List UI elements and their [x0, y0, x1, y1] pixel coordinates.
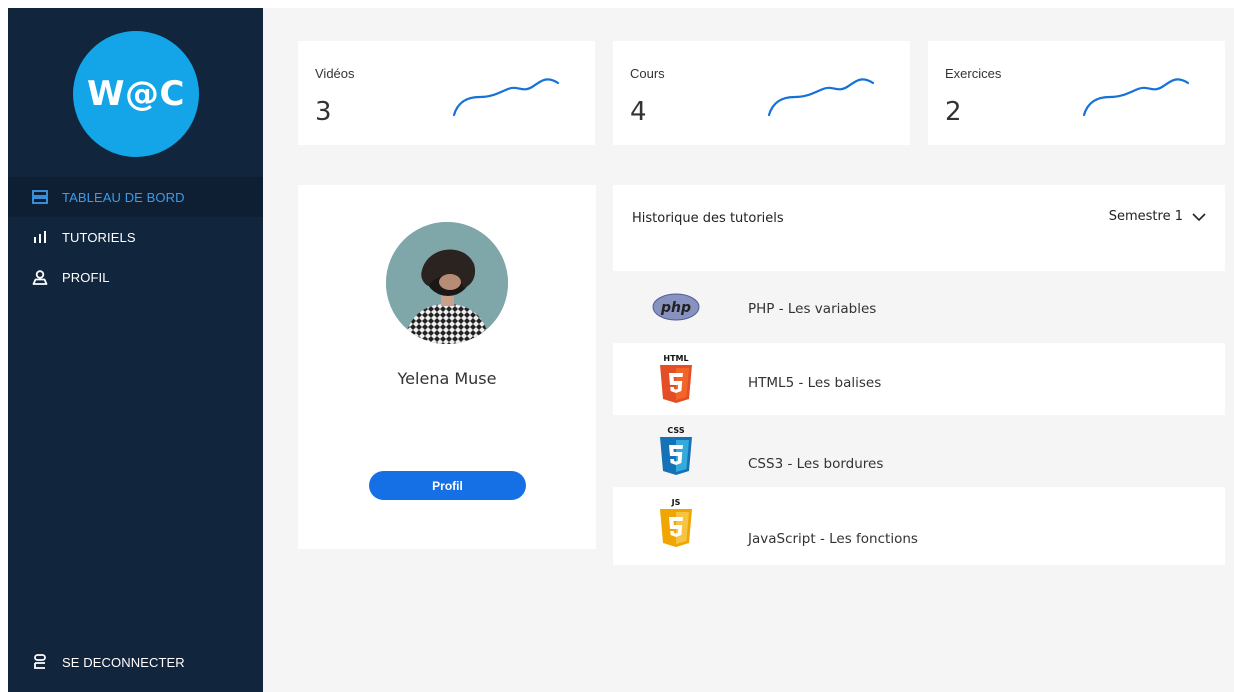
stat-card-videos: Vidéos 3	[298, 41, 595, 145]
profile-card: Yelena Muse Profil	[298, 185, 596, 549]
stat-value: 2	[945, 97, 962, 127]
stat-value: 4	[630, 97, 647, 127]
stat-value: 3	[315, 97, 332, 127]
bar-chart-icon	[30, 229, 50, 245]
list-item[interactable]: HTML HTML5 - Les balises	[613, 343, 1225, 415]
history-item-label: HTML5 - Les balises	[748, 375, 882, 391]
list-item[interactable]: JS JavaScript - Les fonctions	[613, 487, 1225, 565]
html5-logo-icon: HTML	[641, 351, 711, 407]
avatar	[386, 222, 508, 344]
history-header: Historique des tutoriels Semestre 1	[613, 185, 1225, 271]
list-item[interactable]: php PHP - Les variables	[613, 271, 1225, 343]
brand-logo[interactable]: W@C	[73, 31, 199, 157]
sidebar-item-profil[interactable]: PROFIL	[8, 257, 263, 297]
logout-icon	[30, 654, 50, 670]
history-title: Historique des tutoriels	[632, 211, 784, 226]
logout-label: SE DECONNECTER	[62, 654, 185, 670]
logout-area: SE DECONNECTER	[8, 642, 263, 682]
sidebar-item-label: TABLEAU DE BORD	[62, 189, 185, 205]
sidebar-item-label: TUTORIELS	[62, 229, 136, 245]
sidebar: W@C TABLEAU DE BORD TUTORIELS PROFIL SE …	[8, 8, 263, 692]
sparkline-icon	[767, 78, 875, 117]
javascript-logo-icon: JS	[641, 495, 711, 551]
stat-title: Exercices	[945, 66, 1002, 81]
period-select-value: Semestre 1	[1108, 209, 1183, 224]
sparkline-icon	[452, 78, 560, 117]
stat-title: Cours	[630, 66, 665, 81]
sidebar-item-label: PROFIL	[62, 269, 110, 285]
sidebar-item-tutoriels[interactable]: TUTORIELS	[8, 217, 263, 257]
user-icon	[30, 269, 50, 285]
history-list: php PHP - Les variables HTML HTML5 - Les…	[613, 271, 1225, 565]
history-item-label: PHP - Les variables	[748, 301, 877, 317]
list-item[interactable]: CSS CSS3 - Les bordures	[613, 415, 1225, 487]
php-logo-icon: php	[641, 279, 711, 335]
history-item-label: CSS3 - Les bordures	[748, 456, 884, 472]
sparkline-icon	[1082, 78, 1190, 117]
js-logo-text: JS	[671, 498, 681, 507]
sidebar-item-tableau-de-bord[interactable]: TABLEAU DE BORD	[8, 177, 263, 217]
sidebar-nav: TABLEAU DE BORD TUTORIELS PROFIL	[8, 177, 263, 297]
history-item-label: JavaScript - Les fonctions	[748, 531, 918, 547]
profile-button[interactable]: Profil	[369, 471, 526, 500]
css3-logo-text: CSS	[667, 426, 684, 435]
stat-title: Vidéos	[315, 66, 355, 81]
stat-card-cours: Cours 4	[613, 41, 910, 145]
html5-logo-text: HTML	[663, 354, 688, 363]
chevron-down-icon	[1192, 212, 1206, 221]
profile-name: Yelena Muse	[397, 369, 497, 388]
app-root: W@C TABLEAU DE BORD TUTORIELS PROFIL SE …	[8, 8, 1234, 692]
logout-button[interactable]: SE DECONNECTER	[8, 642, 263, 682]
dashboard-icon	[30, 189, 50, 205]
period-select[interactable]: Semestre 1	[1109, 209, 1207, 224]
css3-logo-icon: CSS	[641, 423, 711, 479]
stat-card-exercices: Exercices 2	[928, 41, 1225, 145]
php-logo-text: php	[660, 300, 691, 316]
